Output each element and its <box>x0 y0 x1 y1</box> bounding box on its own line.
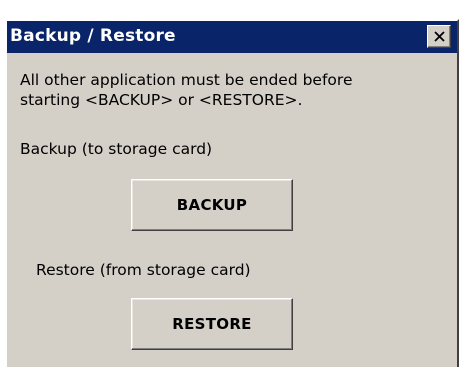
backup-restore-dialog: Backup / Restore All other application m… <box>5 19 459 367</box>
restore-label: Restore (from storage card) <box>36 261 251 279</box>
backup-button[interactable]: BACKUP <box>131 179 293 231</box>
restore-button[interactable]: RESTORE <box>131 298 293 350</box>
close-icon <box>434 31 445 42</box>
warning-message: All other application must be ended befo… <box>20 70 352 110</box>
backup-label: Backup (to storage card) <box>20 140 213 158</box>
title-bar[interactable]: Backup / Restore <box>7 21 457 53</box>
warning-message-line-2: starting <BACKUP> or <RESTORE>. <box>20 91 303 109</box>
close-button[interactable] <box>427 25 451 48</box>
warning-message-line-1: All other application must be ended befo… <box>20 71 353 89</box>
window-title: Backup / Restore <box>10 26 176 46</box>
